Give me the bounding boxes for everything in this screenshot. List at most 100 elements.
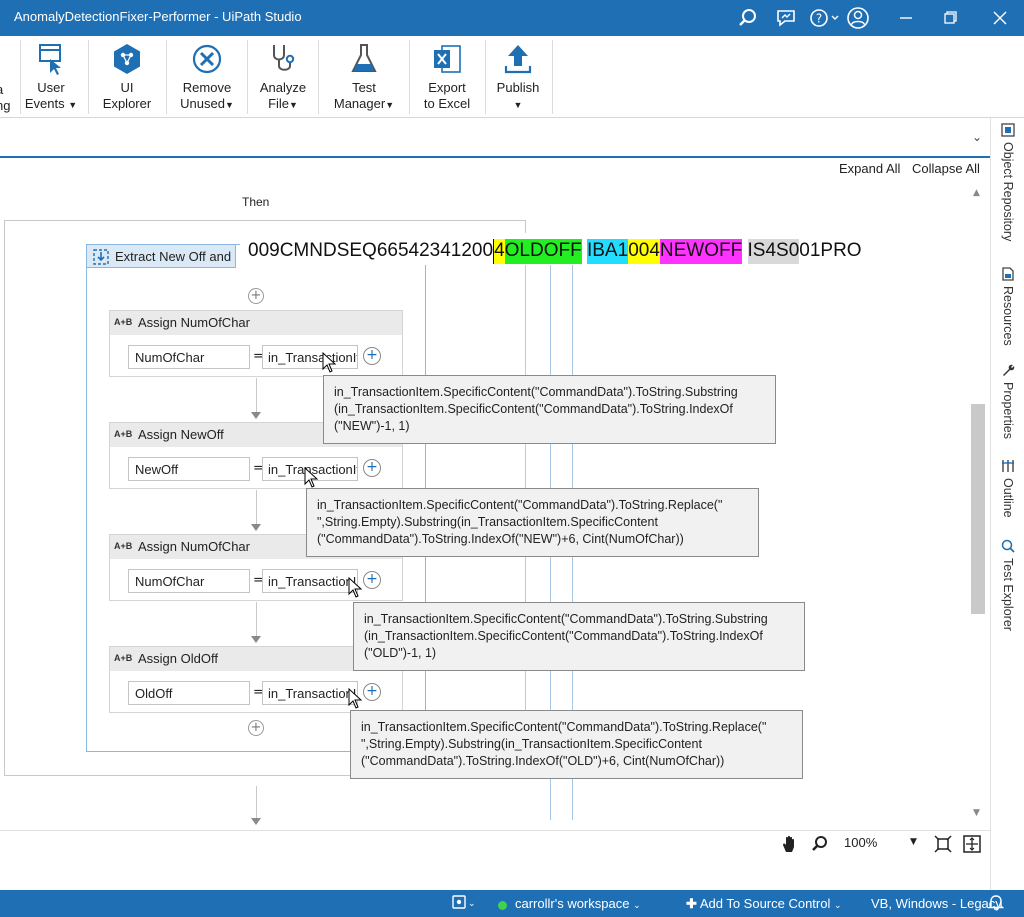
object-repository-label: Object Repository	[1001, 142, 1015, 242]
connector-arrow-icon	[251, 412, 261, 419]
export-to-excel-button[interactable]: Export to Excel	[416, 42, 478, 114]
svg-text:?: ?	[816, 12, 822, 26]
assign-to-field[interactable]: NumOfChar	[128, 345, 250, 369]
expression-editor-icon[interactable]: +	[363, 347, 381, 365]
source-control-label: Add To Source Control	[699, 896, 831, 911]
resources-tab[interactable]: Resources	[995, 266, 1021, 350]
zoom-icon[interactable]	[810, 834, 830, 854]
wrench-icon	[1003, 364, 1015, 376]
outline-icon	[1002, 460, 1014, 472]
account-icon[interactable]	[846, 6, 870, 30]
collapse-all-link[interactable]: Collapse All	[912, 161, 980, 176]
publish-button[interactable]: Publish ▼	[490, 42, 546, 114]
restore-icon[interactable]	[938, 6, 962, 30]
stethoscope-icon	[273, 45, 295, 71]
expression-tooltip: in_TransactionItem.SpecificContent("Comm…	[323, 375, 776, 444]
assign-header: A+B Assign NumOfChar	[110, 311, 402, 335]
expression-tooltip: in_TransactionItem.SpecificContent("Comm…	[353, 602, 805, 671]
chevron-down-icon[interactable]: ⌄	[468, 898, 476, 909]
add-to-source-control-button[interactable]: ✚ Add To Source Control ⌄	[686, 896, 842, 912]
expression-editor-icon[interactable]: +	[363, 683, 381, 701]
object-repository-tab[interactable]: Object Repository	[995, 122, 1021, 245]
zoom-level[interactable]: 100%	[844, 835, 877, 850]
fit-to-screen-icon[interactable]	[933, 834, 953, 854]
connector-line	[256, 490, 257, 524]
ribbon-separator	[88, 40, 89, 114]
test-manager-label-1: Test	[352, 80, 376, 95]
assign-icon: A+B	[114, 653, 133, 663]
properties-tab[interactable]: Properties	[995, 362, 1021, 443]
right-side-panel: Object Repository Resources Properties O…	[990, 118, 1024, 890]
search-icon[interactable]	[736, 6, 760, 30]
assign-activity[interactable]: A+B Assign NumOfChar NumOfChar = in_Trans…	[109, 310, 403, 377]
ribbon-separator	[485, 40, 486, 114]
overview-icon[interactable]	[962, 834, 982, 854]
ui-explorer-label-2: Explorer	[102, 96, 152, 111]
add-activity-icon[interactable]: +	[248, 288, 264, 304]
connector-arrow-icon	[251, 636, 261, 643]
sequence-header[interactable]: Extract New Off and	[86, 244, 236, 268]
workspace-status-dot	[498, 901, 507, 910]
expand-all-link[interactable]: Expand All	[839, 161, 900, 176]
designer-header: ⌄	[0, 118, 990, 158]
designer-zoom-bar: 100% ▼	[0, 830, 990, 856]
designer-vertical-scrollbar[interactable]: ▲ ▼	[970, 188, 986, 822]
analyze-file-button[interactable]: Analyze File▼	[252, 42, 314, 114]
pan-hand-icon[interactable]	[780, 834, 800, 854]
assign-icon: A+B	[114, 429, 133, 439]
upload-icon	[504, 45, 532, 74]
tooltip-line: in_TransactionItem.SpecificContent("Comm…	[361, 720, 767, 734]
workspace-selector[interactable]: carrollr's workspace ⌄	[515, 896, 641, 911]
command-segment-highlight: 4	[649, 239, 660, 264]
assign-icon: A+B	[114, 317, 133, 327]
minimize-icon[interactable]	[894, 6, 918, 30]
tooltip-line: ",String.Empty).Substring(in_Transaction…	[317, 515, 658, 529]
ribbon-separator	[409, 40, 410, 114]
expression-editor-icon[interactable]: +	[363, 571, 381, 589]
chevron-down-icon[interactable]: ⌄	[972, 130, 982, 144]
outline-tab[interactable]: Outline	[995, 458, 1021, 522]
tooltip-line: ("NEW")-1, 1)	[334, 419, 410, 433]
add-activity-icon[interactable]: +	[248, 720, 264, 736]
close-icon[interactable]	[988, 6, 1012, 30]
assign-value-field[interactable]: in_TransactionI	[262, 681, 358, 705]
test-manager-button[interactable]: Test Manager▼	[328, 42, 400, 114]
test-explorer-icon	[1001, 539, 1015, 553]
zoom-dropdown-icon[interactable]: ▼	[910, 837, 917, 847]
expression-tooltip: in_TransactionItem.SpecificContent("Comm…	[350, 710, 803, 779]
ribbon-partial-button[interactable]: a ng	[0, 42, 18, 114]
expression-editor-icon[interactable]: +	[363, 459, 381, 477]
outline-label: Outline	[1001, 478, 1015, 518]
connector-line	[256, 602, 257, 636]
ui-explorer-button[interactable]: UI Explorer	[96, 42, 158, 114]
feedback-icon[interactable]	[774, 6, 798, 30]
remove-unused-button[interactable]: Remove Unused▼	[174, 42, 240, 114]
plus-icon: ✚	[686, 896, 697, 911]
ribbon-separator	[552, 40, 553, 114]
assign-value-field[interactable]: in_TransactionI	[262, 569, 358, 593]
tooltip-line: (in_TransactionItem.SpecificContent("Com…	[334, 402, 733, 416]
uipath-studio-window: AnomalyDetectionFixer-Performer - UiPath…	[0, 0, 1024, 917]
assign-value-field[interactable]: in_TransactionIt	[262, 345, 358, 369]
assign-to-field[interactable]: OldOff	[128, 681, 250, 705]
analyze-file-label-1: Analyze	[259, 80, 307, 95]
connector-arrow-icon	[251, 524, 261, 531]
publish-label: Publish	[496, 80, 540, 95]
test-explorer-tab[interactable]: Test Explorer	[995, 538, 1021, 635]
tooltip-line: (in_TransactionItem.SpecificContent("Com…	[364, 629, 763, 643]
command-segment-highlight: IS4S0	[747, 239, 800, 264]
sequence-title: Extract New Off and	[115, 249, 232, 264]
command-data-string: 009CMNDSEQ665423412004OLDOFF IBA1004NEWO…	[240, 233, 870, 265]
scroll-down-icon[interactable]: ▼	[973, 808, 980, 818]
excel-icon	[434, 45, 461, 73]
mouse-cursor-icon	[322, 352, 337, 373]
user-events-button[interactable]: User Events ▼	[24, 42, 78, 114]
notification-bell-icon[interactable]	[987, 894, 1005, 914]
scroll-up-icon[interactable]: ▲	[973, 188, 980, 198]
scrollbar-thumb[interactable]	[971, 404, 985, 614]
assign-to-field[interactable]: NumOfChar	[128, 569, 250, 593]
export-excel-label-2: to Excel	[423, 96, 471, 111]
assign-to-field[interactable]: NewOff	[128, 457, 250, 481]
notifications-icon[interactable]	[452, 894, 466, 913]
help-icon[interactable]: ?	[808, 6, 840, 30]
